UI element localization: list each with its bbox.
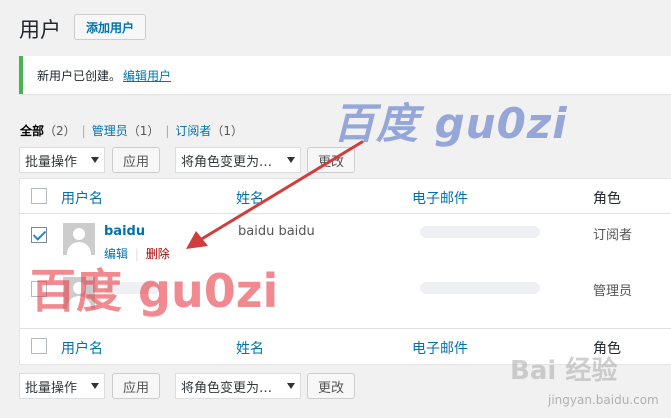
watermark-url: jingyan.baidu.com xyxy=(548,393,659,407)
watermark-blue: 百度 gu0zi xyxy=(333,99,568,148)
watermark-red: 百度 gu0zi xyxy=(30,264,279,318)
baidu-jingyan-logo: Bai 经验 xyxy=(510,356,618,386)
